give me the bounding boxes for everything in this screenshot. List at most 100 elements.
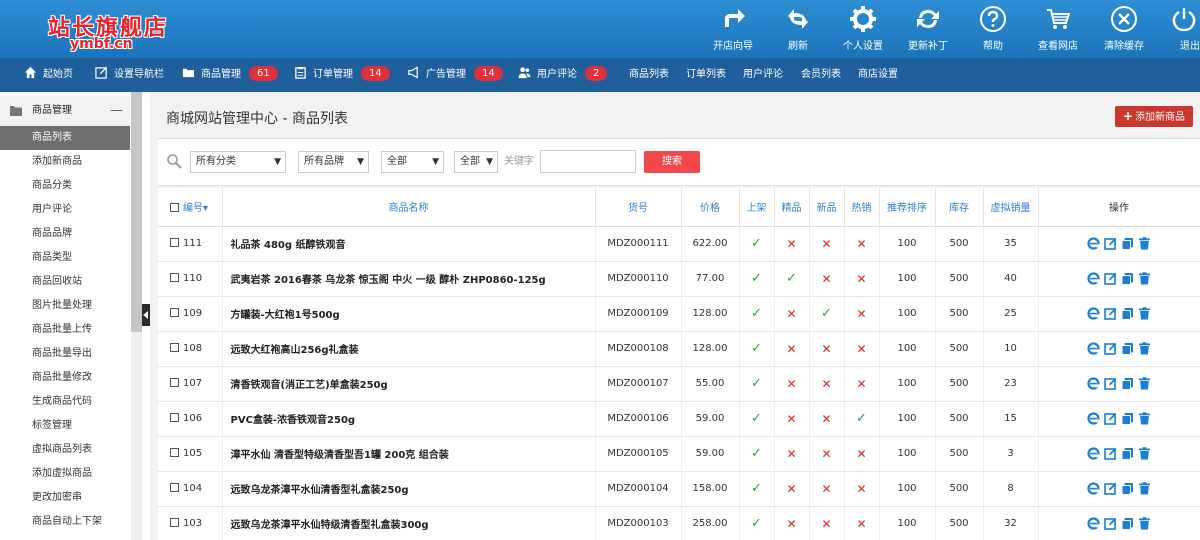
toolbar-help-button[interactable]: 帮助 bbox=[961, 5, 1025, 55]
sidebar-item[interactable]: 商品回收站 bbox=[0, 270, 130, 294]
cell-price[interactable]: 55.00 bbox=[681, 366, 740, 402]
cross-icon[interactable]: ✕ bbox=[786, 307, 796, 321]
copy-icon[interactable] bbox=[1121, 377, 1134, 390]
add-goods-button[interactable]: + 添加新商品 bbox=[1115, 106, 1193, 127]
type-select[interactable]: 全部 ▼ bbox=[454, 151, 498, 173]
cell-goods-sn[interactable]: MDZ000104 bbox=[595, 471, 682, 507]
cross-icon[interactable]: ✕ bbox=[786, 482, 796, 496]
cross-icon[interactable]: ✕ bbox=[821, 272, 831, 286]
col-header-name[interactable]: 商品名称 bbox=[222, 188, 596, 227]
cell-virtual-sales[interactable]: 10 bbox=[983, 331, 1039, 367]
nav-item-ads[interactable]: 广告管理 14 bbox=[407, 58, 503, 92]
toolbar-refresh-button[interactable]: 刷新 bbox=[766, 5, 830, 55]
toolbar-view-store-button[interactable]: 查看网店 bbox=[1026, 5, 1090, 55]
check-icon[interactable]: ✓ bbox=[751, 481, 762, 496]
edit-icon[interactable] bbox=[1104, 342, 1117, 355]
sidebar-scrollbar-thumb[interactable] bbox=[131, 92, 142, 332]
edit-icon[interactable] bbox=[1104, 237, 1117, 250]
nav-link-user-comments[interactable]: 用户评论 bbox=[743, 58, 783, 92]
nav-item-comments[interactable]: 用户评论 2 bbox=[518, 58, 608, 92]
cross-icon[interactable]: ✕ bbox=[856, 517, 866, 531]
cell-stock[interactable]: 500 bbox=[935, 226, 984, 262]
cell-sort-order[interactable]: 100 bbox=[879, 401, 936, 437]
copy-icon[interactable] bbox=[1121, 517, 1134, 530]
col-header-sn[interactable]: 货号 bbox=[595, 188, 682, 227]
ie-view-icon[interactable] bbox=[1087, 482, 1100, 495]
cell-sort-order[interactable]: 100 bbox=[879, 261, 936, 297]
check-icon[interactable]: ✓ bbox=[751, 446, 762, 461]
copy-icon[interactable] bbox=[1121, 482, 1134, 495]
col-header-sort-order[interactable]: 推荐排序 bbox=[879, 188, 936, 227]
cell-sort-order[interactable]: 100 bbox=[879, 436, 936, 472]
sidebar-item[interactable]: 标签管理 bbox=[0, 414, 130, 438]
sidebar-item[interactable]: 用户评论 bbox=[0, 198, 130, 222]
cell-goods-name[interactable]: 清香铁观音(消正工艺)单盒装250g bbox=[222, 366, 596, 402]
cell-stock[interactable]: 500 bbox=[935, 506, 984, 540]
cross-icon[interactable]: ✕ bbox=[821, 412, 831, 426]
trash-icon[interactable] bbox=[1138, 412, 1151, 425]
nav-item-goods[interactable]: 商品管理 61 bbox=[182, 58, 278, 92]
edit-icon[interactable] bbox=[1104, 377, 1117, 390]
nav-item-orders[interactable]: 订单管理 14 bbox=[294, 58, 390, 92]
trash-icon[interactable] bbox=[1138, 377, 1151, 390]
row-checkbox[interactable] bbox=[170, 413, 179, 422]
trash-icon[interactable] bbox=[1138, 447, 1151, 460]
brand-select[interactable]: 所有品牌 ▼ bbox=[298, 151, 369, 173]
category-select[interactable]: 所有分类 ▼ bbox=[190, 151, 286, 173]
cell-goods-sn[interactable]: MDZ000106 bbox=[595, 401, 682, 437]
edit-icon[interactable] bbox=[1104, 272, 1117, 285]
row-checkbox[interactable] bbox=[170, 483, 179, 492]
edit-icon[interactable] bbox=[1104, 412, 1117, 425]
cell-goods-name[interactable]: 礼品茶 480g 纸醇铁观音 bbox=[222, 226, 596, 262]
cell-virtual-sales[interactable]: 23 bbox=[983, 366, 1039, 402]
sidebar-item[interactable]: 添加虚拟商品 bbox=[0, 462, 130, 486]
cross-icon[interactable]: ✕ bbox=[856, 237, 866, 251]
nav-link-store-settings[interactable]: 商店设置 bbox=[858, 58, 898, 92]
ie-view-icon[interactable] bbox=[1087, 307, 1100, 320]
search-button[interactable]: 搜索 bbox=[644, 151, 700, 173]
cell-stock[interactable]: 500 bbox=[935, 401, 984, 437]
trash-icon[interactable] bbox=[1138, 342, 1151, 355]
cell-sort-order[interactable]: 100 bbox=[879, 506, 936, 540]
cell-goods-name[interactable]: 漳平水仙 清香型特级清香型吾1罐 200克 组合装 bbox=[222, 436, 596, 472]
cross-icon[interactable]: ✕ bbox=[821, 447, 831, 461]
cell-stock[interactable]: 500 bbox=[935, 471, 984, 507]
cell-virtual-sales[interactable]: 32 bbox=[983, 506, 1039, 540]
col-header-id[interactable]: 编号▾ bbox=[158, 188, 223, 227]
check-icon[interactable]: ✓ bbox=[856, 411, 867, 426]
check-icon[interactable]: ✓ bbox=[751, 341, 762, 356]
cross-icon[interactable]: ✕ bbox=[786, 447, 796, 461]
sidebar-item[interactable]: 图片批量处理 bbox=[0, 294, 130, 318]
check-icon[interactable]: ✓ bbox=[751, 516, 762, 531]
check-icon[interactable]: ✓ bbox=[821, 306, 832, 321]
cell-price[interactable]: 59.00 bbox=[681, 401, 740, 437]
toolbar-clear-cache-button[interactable]: 清除缓存 bbox=[1092, 5, 1156, 55]
ie-view-icon[interactable] bbox=[1087, 342, 1100, 355]
cell-stock[interactable]: 500 bbox=[935, 261, 984, 297]
keyword-input[interactable] bbox=[540, 150, 636, 173]
toolbar-update-button[interactable]: 更新补丁 bbox=[896, 5, 960, 55]
cross-icon[interactable]: ✕ bbox=[856, 272, 866, 286]
trash-icon[interactable] bbox=[1138, 482, 1151, 495]
ie-view-icon[interactable] bbox=[1087, 237, 1100, 250]
cell-stock[interactable]: 500 bbox=[935, 296, 984, 332]
sidebar-item[interactable]: 更改加密串 bbox=[0, 486, 130, 510]
ie-view-icon[interactable] bbox=[1087, 517, 1100, 530]
copy-icon[interactable] bbox=[1121, 342, 1134, 355]
cell-goods-sn[interactable]: MDZ000107 bbox=[595, 366, 682, 402]
select-all-checkbox[interactable] bbox=[170, 203, 179, 213]
sidebar-item[interactable]: 商品品牌 bbox=[0, 222, 130, 246]
cell-price[interactable]: 258.00 bbox=[681, 506, 740, 540]
row-checkbox[interactable] bbox=[170, 343, 179, 352]
copy-icon[interactable] bbox=[1121, 447, 1134, 460]
check-icon[interactable]: ✓ bbox=[751, 411, 762, 426]
col-header-stock[interactable]: 库存 bbox=[935, 188, 984, 227]
cell-stock[interactable]: 500 bbox=[935, 366, 984, 402]
status-select[interactable]: 全部 ▼ bbox=[381, 151, 444, 173]
trash-icon[interactable] bbox=[1138, 237, 1151, 250]
sidebar-item[interactable]: 商品列表 bbox=[0, 126, 130, 150]
ie-view-icon[interactable] bbox=[1087, 412, 1100, 425]
cell-goods-sn[interactable]: MDZ000108 bbox=[595, 331, 682, 367]
check-icon[interactable]: ✓ bbox=[751, 271, 762, 286]
trash-icon[interactable] bbox=[1138, 307, 1151, 320]
